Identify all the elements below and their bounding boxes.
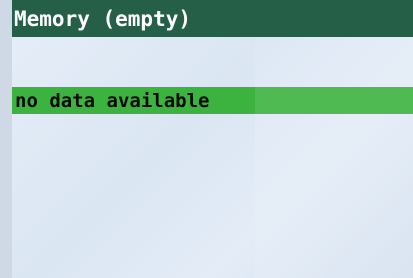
device-screen: Memory (empty) no data available [0, 0, 413, 278]
screen-left-edge [0, 0, 12, 278]
title-bar: Memory (empty) [12, 0, 413, 37]
list-item-selected[interactable]: no data available [12, 87, 413, 114]
screen-title: Memory (empty) [14, 6, 192, 31]
empty-state-message: no data available [15, 89, 210, 112]
